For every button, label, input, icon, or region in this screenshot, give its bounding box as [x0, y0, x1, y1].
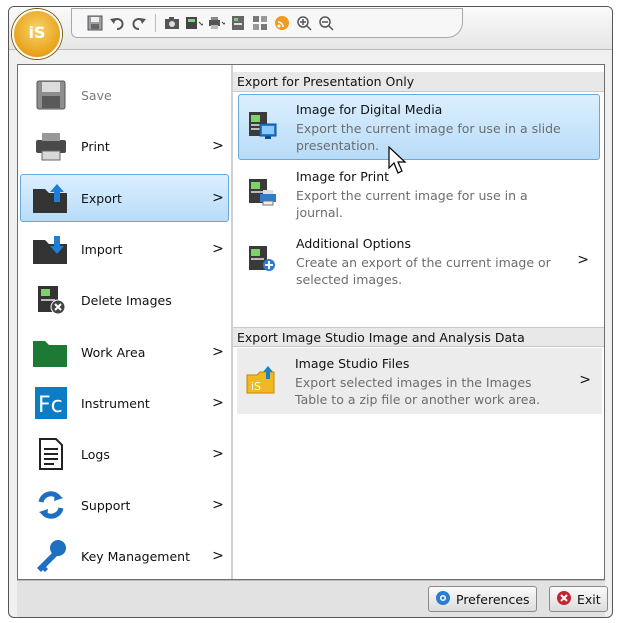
submenu-chevron-icon: >	[577, 252, 589, 268]
section-header-image-studio: Export Image Studio Image and Analysis D…	[233, 327, 604, 347]
mouse-cursor-icon	[388, 145, 410, 179]
submenu-chevron-icon: >	[212, 190, 224, 206]
item-description: Create an export of the current image or…	[296, 255, 551, 287]
menu-item-label: Delete Images	[81, 292, 172, 308]
menu-item-save[interactable]: Save	[20, 71, 229, 119]
item-title: Additional Options	[296, 236, 411, 251]
submenu-chevron-icon: >	[212, 497, 224, 513]
item-title: Image Studio Files	[295, 356, 410, 371]
menu-item-label: Export	[81, 190, 122, 206]
menu-item-label: Instrument	[81, 395, 150, 411]
svg-text:iS: iS	[251, 380, 261, 393]
application-menu-button[interactable]: iS	[12, 9, 62, 59]
submenu-chevron-icon: >	[212, 344, 224, 360]
exit-button[interactable]: Exit	[549, 586, 608, 612]
quick-access-toolbar	[71, 8, 463, 38]
submenu-chevron-icon: >	[212, 138, 224, 154]
menu-item-instrument[interactable]: Fc Instrument >	[20, 379, 229, 427]
menu-item-label: Import	[81, 241, 123, 257]
menu-item-work-area[interactable]: Work Area >	[20, 328, 229, 376]
exit-label: Exit	[577, 591, 601, 607]
delete-images-icon	[27, 280, 75, 320]
preferences-label: Preferences	[456, 591, 530, 607]
left-menu: Save Print > Export > Import > Delete Images Wor…	[18, 65, 231, 579]
preferences-button[interactable]: Preferences	[428, 586, 537, 612]
application-menu: Save Print > Export > Import > Delete Images Wor…	[17, 64, 605, 580]
save-icon[interactable]	[86, 14, 104, 32]
preferences-gear-icon	[435, 590, 451, 609]
menu-item-import[interactable]: Import >	[20, 225, 229, 273]
save-icon	[27, 75, 75, 115]
menu-item-support[interactable]: Support >	[20, 481, 229, 529]
section-header-presentation: Export for Presentation Only	[233, 72, 604, 92]
image-for-print-item[interactable]: Image for Print Export the current image…	[238, 161, 600, 227]
export-submenu: Export for Presentation Only Image for D…	[233, 65, 604, 579]
folder-icon	[27, 332, 75, 372]
grid-icon[interactable]	[251, 14, 269, 32]
item-description: Export the current image for use in a jo…	[296, 188, 528, 220]
digital-media-icon	[247, 109, 277, 141]
menu-item-label: Save	[81, 87, 112, 103]
exit-close-icon	[556, 590, 572, 609]
zoom-out-icon[interactable]	[317, 14, 335, 32]
menu-item-key-management[interactable]: Key Management >	[20, 532, 229, 580]
menu-item-label: Support	[81, 497, 131, 513]
menu-item-delete-images[interactable]: Delete Images	[20, 276, 229, 324]
menu-item-label: Print	[81, 138, 110, 154]
item-description: Export the current image for use in a sl…	[296, 121, 561, 153]
instrument-fc-icon: Fc	[27, 383, 75, 423]
undo-icon[interactable]	[108, 14, 126, 32]
key-icon	[27, 536, 75, 576]
submenu-chevron-icon: >	[212, 395, 224, 411]
camera-icon[interactable]	[163, 14, 181, 32]
image-print-icon	[247, 176, 277, 208]
submenu-chevron-icon: >	[212, 548, 224, 564]
menu-footer: Preferences Exit	[17, 580, 608, 617]
submenu-chevron-icon: >	[579, 372, 591, 388]
report-icon[interactable]	[229, 14, 247, 32]
image-dropdown-icon[interactable]	[185, 14, 203, 32]
menu-item-print[interactable]: Print >	[20, 122, 229, 170]
additional-options-icon	[247, 243, 277, 275]
title-bar	[9, 7, 612, 50]
toolbar-separator	[155, 14, 156, 32]
menu-item-logs[interactable]: Logs >	[20, 430, 229, 478]
printer-icon	[27, 126, 75, 166]
item-title: Image for Digital Media	[296, 102, 443, 117]
submenu-chevron-icon: >	[212, 446, 224, 462]
item-description: Export selected images in the Images Tab…	[295, 375, 541, 407]
additional-options-item[interactable]: Additional Options Create an export of t…	[238, 228, 600, 294]
redo-icon[interactable]	[130, 14, 148, 32]
image-studio-files-item[interactable]: iS Image Studio Files Export selected im…	[237, 348, 602, 414]
image-studio-files-icon: iS	[246, 363, 276, 395]
support-sync-icon	[27, 485, 75, 525]
menu-item-label: Logs	[81, 446, 110, 462]
zoom-in-icon[interactable]	[295, 14, 313, 32]
import-folder-icon	[27, 229, 75, 269]
menu-item-label: Work Area	[81, 344, 146, 360]
submenu-chevron-icon: >	[212, 241, 224, 257]
item-title: Image for Print	[296, 169, 390, 184]
document-icon	[27, 434, 75, 474]
menu-item-export[interactable]: Export >	[20, 174, 229, 222]
export-folder-icon	[27, 178, 75, 218]
application-window: iS Save Print > Export > Import > Delete Images…	[8, 6, 613, 618]
rss-icon[interactable]	[273, 14, 291, 32]
print-dropdown-icon[interactable]	[207, 14, 225, 32]
menu-item-label: Key Management	[81, 548, 190, 564]
svg-text:Fc: Fc	[38, 393, 63, 418]
image-for-digital-media-item[interactable]: Image for Digital Media Export the curre…	[238, 94, 600, 160]
